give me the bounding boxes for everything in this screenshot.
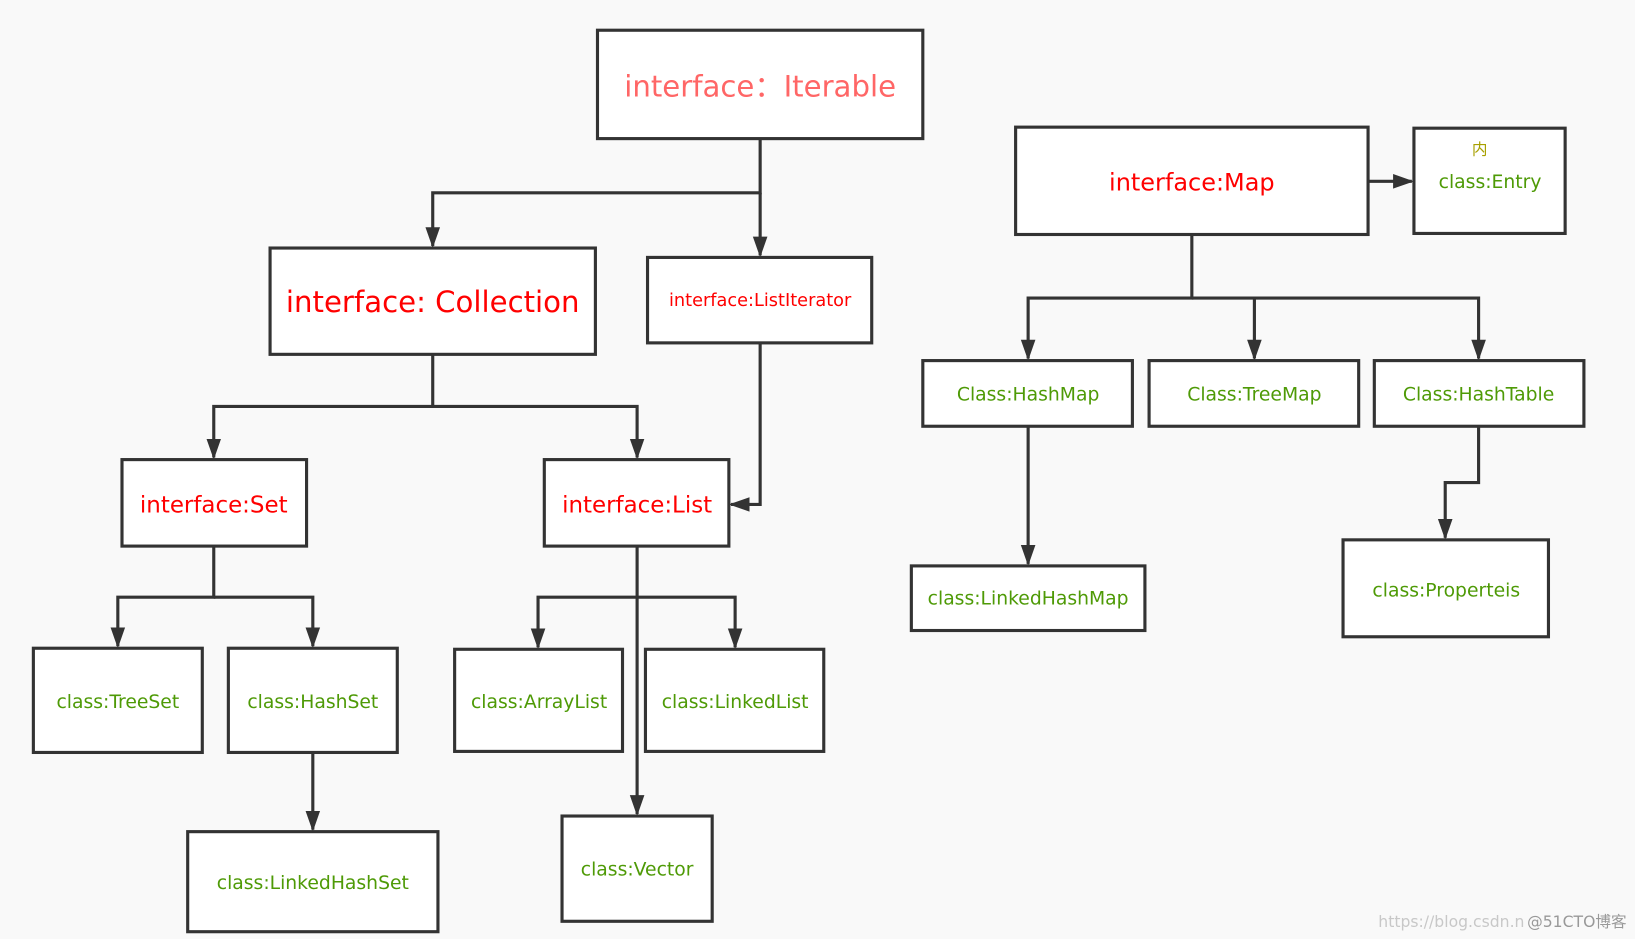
node-note: 内 <box>1472 140 1488 159</box>
edge-map-hashtable <box>1254 296 1486 361</box>
edge-list-arraylist <box>530 595 638 650</box>
node-treemap: Class:TreeMap <box>1147 359 1361 428</box>
node-collection: interface: Collection <box>268 246 597 356</box>
edge-iterable-collection <box>425 138 762 249</box>
node-label: interface：Iterable <box>624 70 896 104</box>
node-label: Class:HashTable <box>1403 384 1554 405</box>
node-list: interface:List <box>542 458 731 548</box>
node-label: Class:HashMap <box>957 384 1100 405</box>
watermark-site: @51CTO博客 <box>1527 912 1627 931</box>
node-label: interface: Collection <box>286 285 580 319</box>
node-label: class:HashSet <box>247 692 378 713</box>
node-map: interface:Map <box>1014 125 1370 237</box>
node-hashtable: Class:HashTable <box>1372 359 1586 428</box>
node-properteis: class:Properteis <box>1341 538 1551 639</box>
edge-set-hashset <box>213 595 321 649</box>
node-linkedhashset: class:LinkedHashSet <box>186 830 440 934</box>
edge-set-treeset <box>110 546 216 649</box>
node-label: class:TreeSet <box>56 692 179 713</box>
node-label: class:LinkedHashSet <box>217 873 409 894</box>
node-label: interface:ListIterator <box>669 291 852 311</box>
node-label: class:Vector <box>581 860 694 881</box>
edge-hashtable-properteis <box>1437 426 1481 540</box>
watermark-url: https://blog.csdn.n <box>1378 912 1524 931</box>
node-label: class:LinkedList <box>662 692 809 713</box>
edge-map-hashmap <box>1020 234 1194 361</box>
node-label: Class:TreeMap <box>1187 384 1321 405</box>
node-label: class:Entry <box>1439 172 1542 193</box>
node-label: class:LinkedHashMap <box>928 589 1129 610</box>
node-linkedlist: class:LinkedList <box>643 647 826 753</box>
node-arraylist: class:ArrayList <box>453 647 625 753</box>
node-hashmap: Class:HashMap <box>921 359 1134 428</box>
node-linkedhashmap: class:LinkedHashMap <box>909 564 1147 633</box>
node-treeset: class:TreeSet <box>31 646 204 755</box>
node-vector: class:Vector <box>560 814 714 923</box>
edge-collection-set <box>206 354 435 460</box>
class-hierarchy-diagram: interface：Iterable interface: Collection… <box>31 28 1627 934</box>
edge-map-treemap <box>1191 296 1262 361</box>
node-label: interface:List <box>562 492 712 518</box>
node-label: class:Properteis <box>1372 580 1520 601</box>
node-entry: 内 class:Entry <box>1412 126 1567 236</box>
edge-list-linkedlist <box>637 595 743 650</box>
node-label: interface:Map <box>1109 168 1275 196</box>
node-iterable: interface：Iterable <box>595 28 925 141</box>
node-listiterator: interface:ListIterator <box>645 255 874 345</box>
edge-collection-list <box>432 404 645 460</box>
edge-listiterator-list <box>728 342 762 512</box>
node-label: class:ArrayList <box>471 692 607 713</box>
node-label: interface:Set <box>140 492 288 518</box>
node-hashset: class:HashSet <box>226 646 399 755</box>
node-set: interface:Set <box>120 458 309 548</box>
